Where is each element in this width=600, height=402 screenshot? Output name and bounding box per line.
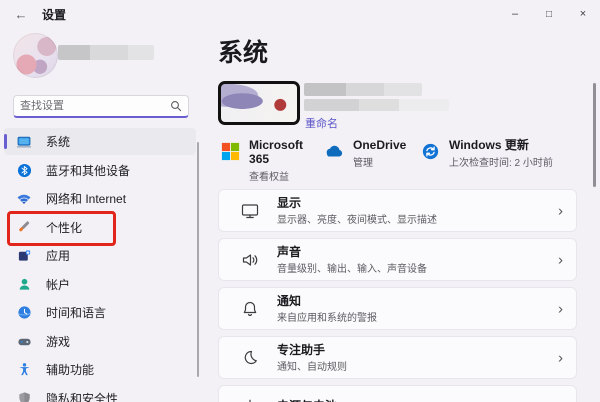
card-power-battery[interactable]: 电源与电池 › — [218, 385, 577, 402]
chevron-right-icon: › — [558, 202, 563, 219]
chevron-right-icon: › — [558, 251, 563, 268]
network-icon — [16, 191, 32, 207]
search-input[interactable] — [20, 100, 170, 112]
rename-link[interactable]: 重命名 — [305, 115, 338, 131]
notifications-icon — [240, 299, 260, 319]
sidebar-scrollbar[interactable] — [197, 142, 199, 377]
close-button[interactable]: × — [566, 0, 600, 28]
service-onedrive[interactable]: OneDrive 管理 — [323, 138, 419, 183]
settings-window: ← 设置 – □ × — [0, 0, 600, 402]
sidebar-item-accessibility[interactable]: 辅助功能 — [4, 356, 196, 383]
services-row: Microsoft 365 查看权益 OneDrive 管理 — [220, 138, 580, 183]
chevron-right-icon: › — [558, 349, 563, 366]
chevron-right-icon: › — [558, 300, 563, 317]
onedrive-icon — [323, 140, 345, 162]
bluetooth-icon — [16, 162, 32, 178]
back-button[interactable]: ← — [6, 7, 36, 22]
main-content: 系统 重命名 Microsoft 365 查看权益 — [218, 28, 600, 402]
sidebar: 系统 蓝牙和其他设备 — [0, 28, 210, 402]
power-icon — [240, 397, 260, 402]
device-wallpaper-thumbnail — [218, 81, 300, 125]
card-focus-assist[interactable]: 专注助手 通知、自动规则 › — [218, 336, 577, 379]
sound-icon — [240, 250, 260, 270]
gaming-icon — [16, 333, 32, 349]
minimize-button[interactable]: – — [498, 0, 532, 28]
time-language-icon — [16, 305, 32, 321]
search-box[interactable] — [13, 95, 189, 118]
privacy-icon — [16, 390, 32, 402]
system-icon — [16, 134, 32, 150]
apps-icon — [16, 248, 32, 264]
windows-update-icon — [419, 140, 441, 162]
user-name-redacted — [58, 45, 154, 60]
sidebar-item-network[interactable]: 网络和 Internet — [4, 185, 196, 212]
maximize-button[interactable]: □ — [532, 0, 566, 28]
sidebar-item-accounts[interactable]: 帐户 — [4, 271, 196, 298]
sidebar-item-apps[interactable]: 应用 — [4, 242, 196, 269]
accounts-icon — [16, 276, 32, 292]
chevron-right-icon: › — [558, 398, 563, 402]
sidebar-item-system[interactable]: 系统 — [4, 128, 196, 155]
sidebar-item-bluetooth[interactable]: 蓝牙和其他设备 — [4, 157, 196, 184]
sidebar-item-privacy[interactable]: 隐私和安全性 — [4, 385, 196, 402]
sidebar-item-personalization[interactable]: 个性化 — [4, 214, 196, 241]
service-windows-update[interactable]: Windows 更新 上次检查时间: 2 小时前 — [419, 138, 553, 183]
settings-cards: 显示 显示器、亮度、夜间模式、显示描述 › 声音 音量级别、输出、输入、声音设备… — [218, 189, 577, 402]
accessibility-icon — [16, 362, 32, 378]
device-model-redacted — [304, 99, 449, 111]
sidebar-nav: 系统 蓝牙和其他设备 — [4, 128, 196, 402]
main-scrollbar[interactable] — [593, 83, 596, 187]
card-display[interactable]: 显示 显示器、亮度、夜间模式、显示描述 › — [218, 189, 577, 232]
microsoft-logo — [220, 140, 241, 162]
search-icon — [170, 100, 182, 112]
card-sound[interactable]: 声音 音量级别、输出、输入、声音设备 › — [218, 238, 577, 281]
focus-assist-icon — [240, 348, 260, 368]
window-controls: – □ × — [498, 0, 600, 28]
service-microsoft-365[interactable]: Microsoft 365 查看权益 — [220, 138, 323, 183]
card-notifications[interactable]: 通知 来自应用和系统的警报 › — [218, 287, 577, 330]
display-icon — [240, 201, 260, 221]
sidebar-item-time-language[interactable]: 时间和语言 — [4, 299, 196, 326]
sidebar-item-gaming[interactable]: 游戏 — [4, 328, 196, 355]
user-avatar[interactable] — [13, 33, 58, 78]
window-title: 设置 — [42, 6, 66, 23]
device-name-redacted — [304, 83, 422, 96]
personalization-icon — [16, 219, 32, 235]
titlebar: ← 设置 – □ × — [0, 0, 600, 28]
page-title: 系统 — [218, 33, 268, 69]
